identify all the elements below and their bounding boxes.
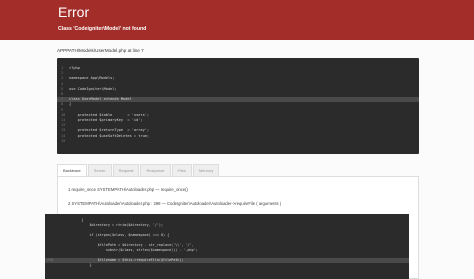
tab-request[interactable]: Request [112,164,140,176]
backtrace-source-block: { $directory = rtrim($directory, '/'); i… [45,214,409,279]
code-line: protected $primaryKey = 'id'; [69,118,143,122]
code-line: substr($class, strlen($namespace))) . '.… [65,248,198,252]
error-message: Class 'Codeigniter\Model' not found [58,26,147,32]
at-line-label: at line [127,48,140,53]
line-number: 298 [47,258,54,262]
tab-server[interactable]: Server [87,164,112,176]
code-line: } [65,263,92,267]
error-header: Error Class 'Codeigniter\Model' not foun… [0,0,474,40]
tab-backtrace[interactable]: Backtrace [57,164,87,176]
tab-memory[interactable]: Memory [192,164,220,176]
tab-response[interactable]: Response [140,164,171,176]
error-location: APPPATH\Models\UserModel.php at line 7 [57,48,144,53]
backtrace-item[interactable]: 2 SYSTEMPATH\Autoloader\Autoloader.php :… [68,201,281,206]
source-code-block: 1 <?php 2 3 namespace App\Models; 4 5 use CodeI… [57,58,419,154]
file-path: APPPATH\Models\UserModel.php [57,48,127,53]
error-title: Error [58,4,90,20]
backtrace-item[interactable]: 1 require_once SYSTEMPATH\Autoloader.php… [68,187,188,192]
tab-files[interactable]: Files [171,164,192,176]
code-line: $directory = rtrim($directory, '/'); [65,223,163,227]
code-line: class UserModel extends Model [69,97,132,102]
line-number: 7 [141,48,144,53]
line-number: 15 [61,138,66,143]
code-line: protected $useSoftDeletes = true; [69,133,150,138]
code-line: if (strpos($class, $namespace) === 0) { [65,233,170,237]
debug-tabs: Backtrace Server Request Response Files Memor… [57,164,220,176]
